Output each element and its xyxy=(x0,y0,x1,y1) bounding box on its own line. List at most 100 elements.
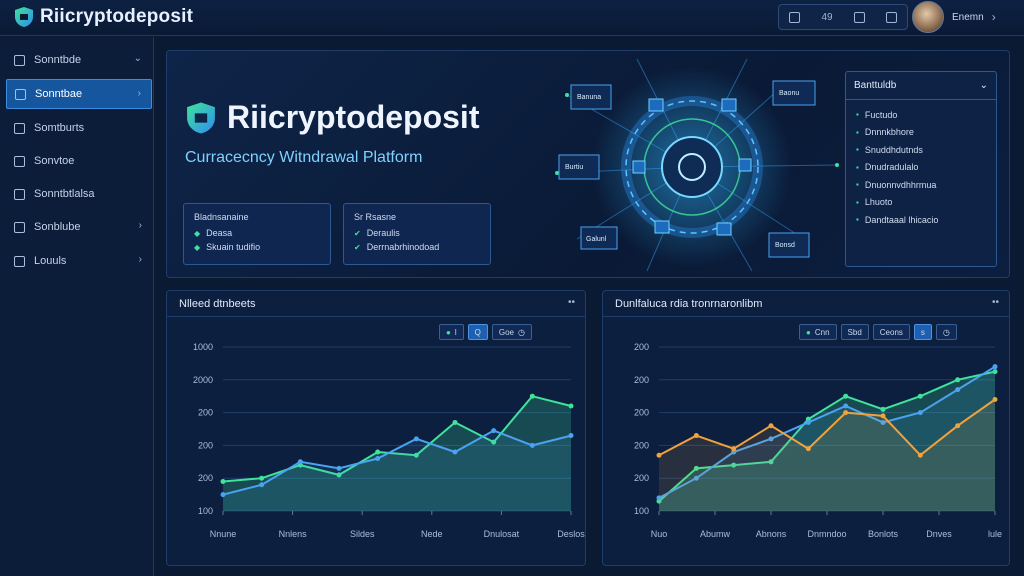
info-row-label: Skuain tudifio xyxy=(206,242,261,252)
chart-card-left: Nlleed dtnbeets •• ● l Q Goe ◷ 100 200 200 20… xyxy=(166,290,586,566)
info-box-title: Sr Rsasne xyxy=(354,212,397,222)
document-icon xyxy=(14,255,25,267)
panel-header[interactable]: Banttuldb ⌄ xyxy=(846,72,996,100)
list-item-label: Snuddhdutnds xyxy=(864,144,923,155)
info-row: ◆ Skuain tudifio xyxy=(194,242,320,252)
data-point xyxy=(731,446,737,452)
bullet-icon: ▪ xyxy=(856,197,859,207)
more-icon[interactable]: •• xyxy=(568,297,575,308)
avatar[interactable] xyxy=(912,1,944,33)
sidebar-item-label: Sonblube xyxy=(34,221,81,233)
list-item[interactable]: ▪ Dnuonnvdhhrmua xyxy=(856,176,986,194)
data-point xyxy=(843,403,849,409)
divider xyxy=(167,316,585,317)
list-item[interactable]: ▪ Dnnnkbhore xyxy=(856,124,986,142)
sidebar-item-label: Sonntbde xyxy=(34,54,82,66)
sidebar-item-1[interactable]: Sonntbde ⌄ xyxy=(6,45,152,75)
data-point xyxy=(568,403,574,409)
data-point xyxy=(955,377,961,383)
info-row: ✔ Derrnabrhinodoad xyxy=(354,242,480,252)
list-item[interactable]: ▪ Snuddhdutnds xyxy=(856,141,986,159)
data-point xyxy=(452,449,458,455)
y-tick-label: 200 xyxy=(634,342,649,352)
wallet-icon xyxy=(14,54,25,66)
data-point xyxy=(220,478,226,484)
brand-name: Riicryptodeposit xyxy=(40,6,194,27)
x-tick-label: Dnves xyxy=(926,529,952,539)
list-item-label: Fuctudo xyxy=(864,109,898,120)
node-label: Burtiu xyxy=(565,164,583,171)
chevron-down-icon: ⌄ xyxy=(979,80,988,91)
bullet-icon: ▪ xyxy=(856,215,859,225)
x-tick-label: Nnlens xyxy=(279,529,308,539)
brand[interactable]: Riicryptodeposit xyxy=(14,6,193,28)
notification-count[interactable]: 49 xyxy=(821,12,832,23)
panel-list: ▪ Fuctudo ▪ Dnnnkbhore ▪ Snuddhdutnds ▪ Dnud… xyxy=(846,100,996,235)
transfer-icon xyxy=(14,155,25,167)
info-row: ✔ Deraulis xyxy=(354,228,480,238)
chevron-right-icon: › xyxy=(138,254,142,265)
user-menu[interactable]: Enemn › xyxy=(912,1,996,33)
sidebar-item-label: Louuls xyxy=(34,255,67,267)
sidebar-item-7[interactable]: Louuls › xyxy=(6,246,152,276)
bullet-icon: ▪ xyxy=(856,180,859,190)
wallet-icon[interactable] xyxy=(789,11,801,23)
x-tick-label: Dnulosat xyxy=(484,529,520,539)
more-icon[interactable]: •• xyxy=(992,297,999,308)
shield-logo-icon xyxy=(15,7,33,27)
node-label: Bonsd xyxy=(775,242,795,249)
bullet-icon: ▪ xyxy=(856,127,859,137)
list-item[interactable]: ▪ Dnudradulalo xyxy=(856,159,986,177)
hero-title: Riicryptodeposit xyxy=(185,99,479,136)
hero-banner: Riicryptodeposit Curracecncy Witndrawal … xyxy=(166,50,1010,278)
sidebar-item-2[interactable]: Sonntbae › xyxy=(6,79,152,109)
sidebar-item-4[interactable]: Sonvtoe xyxy=(6,146,152,176)
data-point xyxy=(568,433,574,439)
list-item[interactable]: ▪ Lhuoto xyxy=(856,194,986,212)
sidebar-item-3[interactable]: Somtburts xyxy=(6,113,152,143)
info-box-title: Bladnsanaine xyxy=(194,212,249,222)
check-icon: ✔ xyxy=(354,228,361,238)
data-point xyxy=(955,387,961,393)
data-point xyxy=(805,419,811,425)
data-point xyxy=(220,492,226,498)
y-tick-label: 1000 xyxy=(193,342,213,352)
x-tick-label: Abumw xyxy=(700,529,731,539)
hero-name: Riicryptodeposit xyxy=(227,99,480,135)
sidebar-item-5[interactable]: Sonntbtlalsa xyxy=(6,179,152,209)
info-box-left[interactable]: Bladnsanaine ◆ Deasa ◆ Skuain tudifio xyxy=(183,203,331,265)
top-actions: 49 xyxy=(778,4,908,30)
list-item-label: Dnudradulalo xyxy=(864,162,919,173)
list-item-label: Dnnnkbhore xyxy=(864,127,914,138)
hero-side-panel[interactable]: Banttuldb ⌄ ▪ Fuctudo ▪ Dnnnkbhore ▪ Snuddh… xyxy=(845,71,997,267)
edit-icon[interactable] xyxy=(853,11,865,23)
y-tick-label: 200 xyxy=(634,473,649,483)
x-tick-label: Nede xyxy=(421,529,443,539)
y-tick-label: 2000 xyxy=(193,375,213,385)
sidebar-item-label: Sonvtoe xyxy=(34,155,75,167)
data-point xyxy=(917,393,923,399)
data-point xyxy=(259,475,265,481)
y-tick-label: 100 xyxy=(198,506,213,516)
sidebar-item-label: Sonntbtlalsa xyxy=(34,188,95,200)
info-box-right[interactable]: Sr Rsasne ✔ Deraulis ✔ Derrnabrhinodoad xyxy=(343,203,491,265)
data-point xyxy=(843,410,849,416)
sidebar-item-label: Somtburts xyxy=(34,122,85,134)
y-tick-label: 100 xyxy=(634,506,649,516)
bullet-icon: ▪ xyxy=(856,145,859,155)
y-tick-label: 200 xyxy=(634,440,649,450)
message-icon[interactable] xyxy=(885,11,897,23)
x-tick-label: Bonlots xyxy=(868,529,899,539)
list-item[interactable]: ▪ Dandtaaal lhicacio xyxy=(856,211,986,229)
data-point xyxy=(843,393,849,399)
data-point xyxy=(529,442,535,448)
chart-card-right: Dunlfaluca rdia tronrnaronlibm •• ● Cnn S… xyxy=(602,290,1010,566)
sidebar-item-6[interactable]: Sonblube › xyxy=(6,212,152,242)
sidebar-item-label: Sonntbae xyxy=(35,88,83,100)
series-area xyxy=(223,430,571,511)
chevron-right-icon: › xyxy=(138,220,142,231)
check-icon: ✔ xyxy=(354,242,361,252)
list-item[interactable]: ▪ Fuctudo xyxy=(856,106,986,124)
data-point xyxy=(917,452,923,458)
x-tick-label: Abnons xyxy=(756,529,787,539)
